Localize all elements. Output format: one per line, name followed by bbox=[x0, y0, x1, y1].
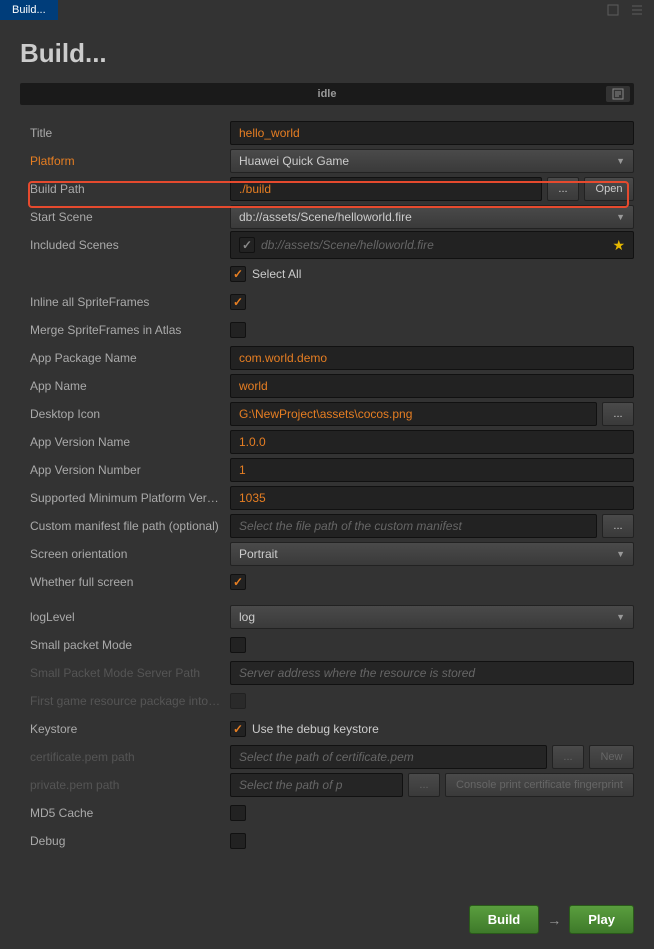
appname-label: App Name bbox=[30, 379, 230, 393]
firstgame-checkbox bbox=[230, 693, 246, 709]
loglevel-label: logLevel bbox=[30, 610, 230, 624]
title-label: Title bbox=[30, 126, 230, 140]
fullscreen-checkbox[interactable] bbox=[230, 574, 246, 590]
certpath-input bbox=[230, 745, 547, 769]
minver-input[interactable] bbox=[230, 486, 634, 510]
loglevel-select[interactable]: log bbox=[230, 605, 634, 629]
content-panel: Title PlatformHuawei Quick Game Build Pa… bbox=[0, 119, 654, 859]
pkgname-label: App Package Name bbox=[30, 351, 230, 365]
spserver-label: Small Packet Mode Server Path bbox=[30, 666, 230, 680]
spserver-input bbox=[230, 661, 634, 685]
platform-label: Platform bbox=[30, 154, 230, 168]
fingerprint-button: Console print certificate fingerprint bbox=[445, 773, 634, 797]
certpath-browse-button: ... bbox=[552, 745, 584, 769]
scene-path: db://assets/Scene/helloworld.fire bbox=[261, 238, 606, 252]
smallpacket-checkbox[interactable] bbox=[230, 637, 246, 653]
status-text: idle bbox=[20, 88, 634, 100]
inlinesf-label: Inline all SpriteFrames bbox=[30, 295, 230, 309]
firstgame-label: First game resource package into t... bbox=[30, 694, 230, 708]
selectall-label: Select All bbox=[252, 267, 301, 281]
play-button[interactable]: Play bbox=[569, 905, 634, 934]
buildpath-browse-button[interactable]: ... bbox=[547, 177, 579, 201]
privpath-input bbox=[230, 773, 403, 797]
privpath-label: private.pem path bbox=[30, 778, 230, 792]
certpath-new-button: New bbox=[589, 745, 634, 769]
deskicon-input[interactable] bbox=[230, 402, 597, 426]
arrow-icon: → bbox=[547, 912, 561, 928]
debug-label: Debug bbox=[30, 834, 230, 848]
smallpacket-label: Small packet Mode bbox=[30, 638, 230, 652]
appname-input[interactable] bbox=[230, 374, 634, 398]
debug-checkbox[interactable] bbox=[230, 833, 246, 849]
md5-label: MD5 Cache bbox=[30, 806, 230, 820]
scene-item[interactable]: db://assets/Scene/helloworld.fire ★ bbox=[230, 231, 634, 259]
buildpath-label: Build Path bbox=[30, 182, 230, 196]
star-icon[interactable]: ★ bbox=[612, 237, 625, 254]
menu-icon[interactable] bbox=[630, 3, 644, 17]
log-icon[interactable] bbox=[606, 86, 630, 102]
keystore-checkbox[interactable] bbox=[230, 721, 246, 737]
popout-icon[interactable] bbox=[606, 3, 620, 17]
startscene-select[interactable]: db://assets/Scene/helloworld.fire bbox=[230, 205, 634, 229]
startscene-label: Start Scene bbox=[30, 210, 230, 224]
orient-select[interactable]: Portrait bbox=[230, 542, 634, 566]
privpath-browse-button: ... bbox=[408, 773, 440, 797]
md5-checkbox[interactable] bbox=[230, 805, 246, 821]
mergesf-checkbox[interactable] bbox=[230, 322, 246, 338]
keystore-label: Keystore bbox=[30, 722, 230, 736]
manifest-label: Custom manifest file path (optional) bbox=[30, 519, 230, 533]
vernum-label: App Version Number bbox=[30, 463, 230, 477]
manifest-input[interactable] bbox=[230, 514, 597, 538]
build-button[interactable]: Build bbox=[469, 905, 540, 934]
window-tab[interactable]: Build... bbox=[0, 0, 58, 20]
keystore-text: Use the debug keystore bbox=[252, 722, 379, 736]
title-input[interactable] bbox=[230, 121, 634, 145]
selectall-checkbox[interactable] bbox=[230, 266, 246, 282]
inlinesf-checkbox[interactable] bbox=[230, 294, 246, 310]
tab-label: Build... bbox=[12, 4, 46, 16]
certpath-label: certificate.pem path bbox=[30, 750, 230, 764]
includedscenes-label: Included Scenes bbox=[30, 238, 230, 252]
page-title: Build... bbox=[0, 20, 654, 77]
buildpath-input[interactable] bbox=[230, 177, 542, 201]
deskicon-browse-button[interactable]: ... bbox=[602, 402, 634, 426]
minver-label: Supported Minimum Platform Vers... bbox=[30, 491, 230, 505]
fullscreen-label: Whether full screen bbox=[30, 575, 230, 589]
manifest-browse-button[interactable]: ... bbox=[602, 514, 634, 538]
deskicon-label: Desktop Icon bbox=[30, 407, 230, 421]
orient-label: Screen orientation bbox=[30, 547, 230, 561]
vername-input[interactable] bbox=[230, 430, 634, 454]
scene-checkbox[interactable] bbox=[239, 237, 255, 253]
buildpath-open-button[interactable]: Open bbox=[584, 177, 634, 201]
status-bar: idle bbox=[20, 83, 634, 105]
platform-select[interactable]: Huawei Quick Game bbox=[230, 149, 634, 173]
mergesf-label: Merge SpriteFrames in Atlas bbox=[30, 323, 230, 337]
vername-label: App Version Name bbox=[30, 435, 230, 449]
pkgname-input[interactable] bbox=[230, 346, 634, 370]
vernum-input[interactable] bbox=[230, 458, 634, 482]
